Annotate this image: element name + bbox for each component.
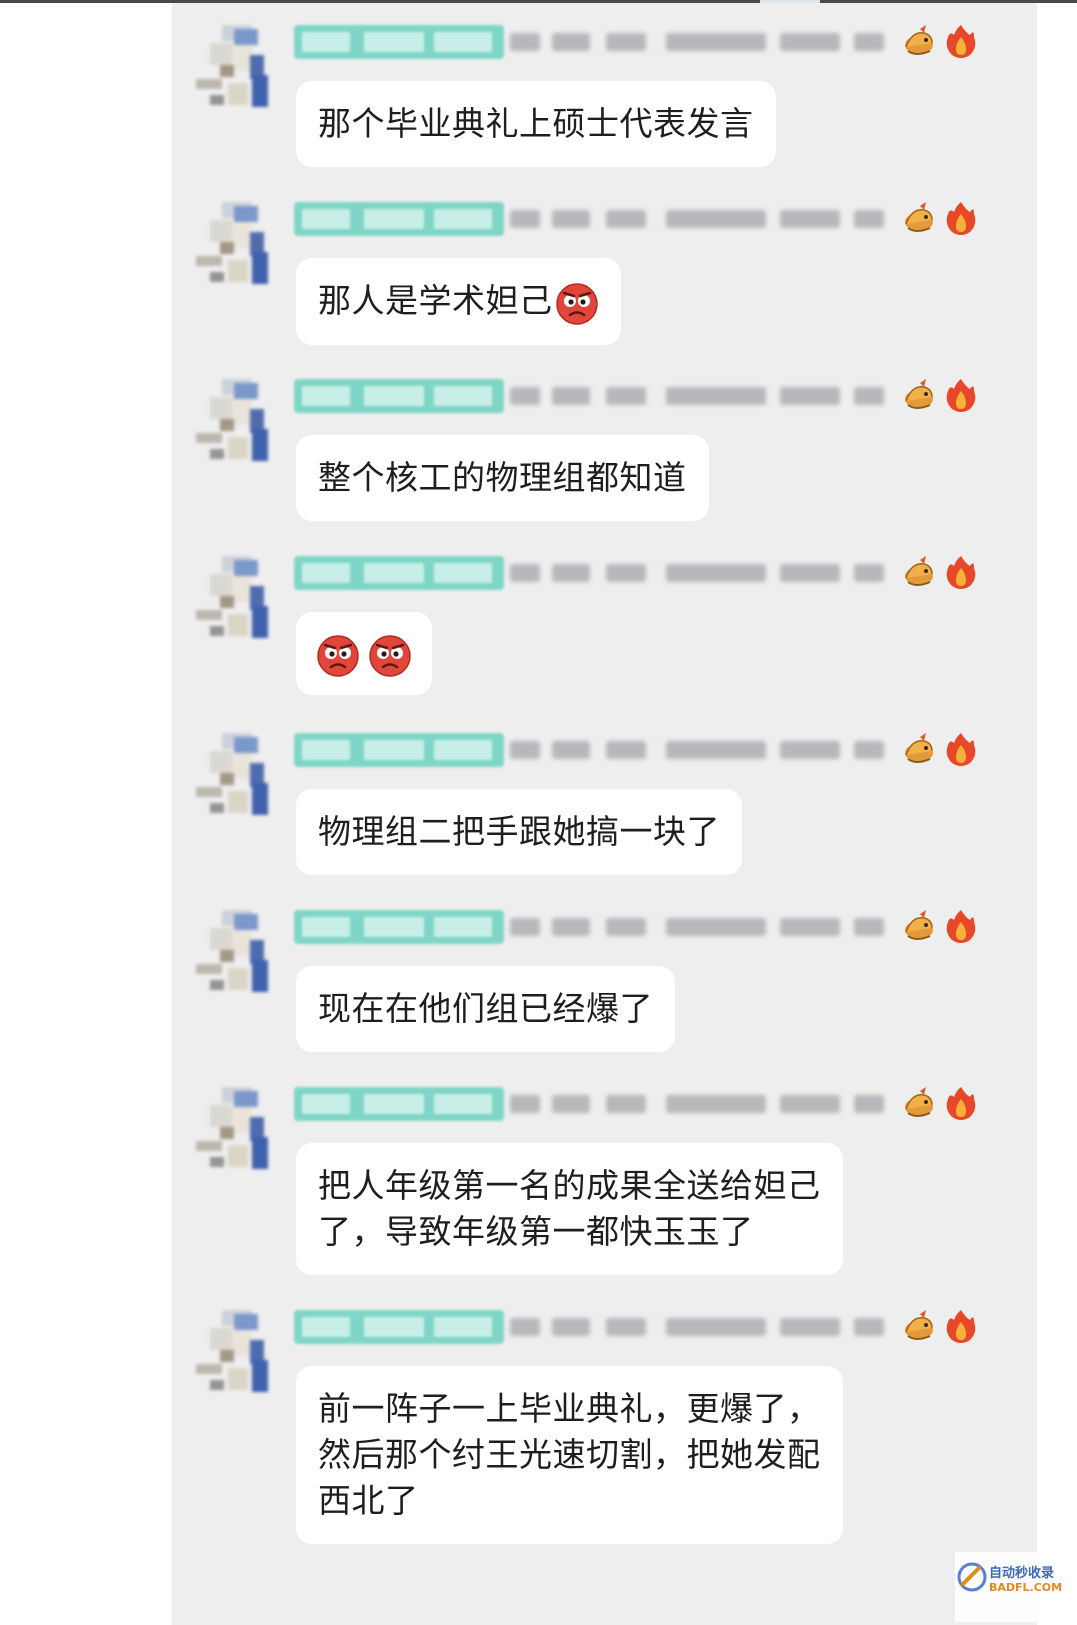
message-bubble[interactable]: 整个核工的物理组都知道 — [296, 435, 709, 521]
message-bubble[interactable]: 把人年级第一名的成果全送给妲己 了，导致年级第一都快玉玉了 — [296, 1143, 843, 1275]
sender-badges — [902, 908, 992, 948]
message-bubble[interactable]: 那个毕业典礼上硕士代表发言 — [296, 81, 776, 167]
avatar[interactable] — [192, 200, 280, 288]
message-text-line: 然后那个纣王光速切割，把她发配 — [318, 1435, 821, 1474]
message-text-line: 前一阵子一上毕业典礼，更爆了， — [318, 1389, 821, 1428]
member-title-tag — [294, 379, 504, 413]
sender-badges — [902, 1085, 992, 1125]
chat-message[interactable]: 整个核工的物理组都知道 — [172, 357, 1037, 527]
sender-name-blurred — [510, 912, 890, 942]
message-bubble[interactable]: 那人是学术妲己 — [296, 258, 621, 345]
message-text: 物理组二把手跟她搞一块了 — [318, 812, 720, 851]
message-text-line: 西北了 — [318, 1481, 419, 1520]
message-text: 现在在他们组已经爆了 — [318, 989, 653, 1028]
watermark: 自动秒收录 BADFL.COM — [955, 1552, 1075, 1622]
message-bubble[interactable] — [296, 612, 432, 695]
message-text-line: 了，导致年级第一都快玉玉了 — [318, 1212, 754, 1251]
watermark-title: 自动秒收录 — [989, 1566, 1055, 1581]
avatar[interactable] — [192, 731, 280, 819]
fire-icon — [944, 731, 978, 767]
fire-icon — [944, 377, 978, 413]
fire-icon — [944, 23, 978, 59]
watermark-logo-icon — [957, 1562, 987, 1592]
dragon-icon — [902, 908, 936, 944]
message-text: 那人是学术妲己 — [318, 281, 553, 320]
dragon-icon — [902, 200, 936, 236]
avatar[interactable] — [192, 1085, 280, 1173]
dragon-icon — [902, 377, 936, 413]
avatar[interactable] — [192, 554, 280, 642]
member-title-tag — [294, 910, 504, 944]
message-text: 整个核工的物理组都知道 — [318, 458, 687, 497]
chat-message[interactable]: 那个毕业典礼上硕士代表发言 — [172, 3, 1037, 173]
sender-badges — [902, 554, 992, 594]
chat-message[interactable]: 把人年级第一名的成果全送给妲己 了，导致年级第一都快玉玉了 — [172, 1065, 1037, 1275]
member-title-tag — [294, 556, 504, 590]
fire-icon — [944, 1085, 978, 1121]
chat-message[interactable] — [172, 534, 1037, 704]
message-bubble[interactable]: 前一阵子一上毕业典礼，更爆了， 然后那个纣王光速切割，把她发配 西北了 — [296, 1366, 843, 1544]
watermark-domain: BADFL.COM — [989, 1581, 1063, 1594]
member-title-tag — [294, 1087, 504, 1121]
member-title-tag — [294, 1310, 504, 1344]
sender-badges — [902, 1308, 992, 1348]
angry-face-emoji — [316, 633, 360, 677]
sender-name-blurred — [510, 558, 890, 588]
sender-name-blurred — [510, 1312, 890, 1342]
message-text-line: 把人年级第一名的成果全送给妲己 — [318, 1166, 821, 1205]
message-bubble[interactable]: 现在在他们组已经爆了 — [296, 966, 675, 1052]
sender-name-blurred — [510, 381, 890, 411]
member-title-tag — [294, 25, 504, 59]
message-bubble[interactable]: 物理组二把手跟她搞一块了 — [296, 789, 742, 875]
fire-icon — [944, 200, 978, 236]
sender-name-blurred — [510, 27, 890, 57]
sender-badges — [902, 731, 992, 771]
sender-badges — [902, 377, 992, 417]
dragon-icon — [902, 1308, 936, 1344]
chat-panel[interactable]: 那个毕业典礼上硕士代表发言 那人是学术妲己整个核工的物理组都知道 物理组二把手跟她搞… — [172, 3, 1037, 1625]
fire-icon — [944, 554, 978, 590]
sender-name-blurred — [510, 735, 890, 765]
avatar[interactable] — [192, 377, 280, 465]
member-title-tag — [294, 733, 504, 767]
fire-icon — [944, 908, 978, 944]
chat-message[interactable]: 现在在他们组已经爆了 — [172, 888, 1037, 1058]
message-text: 那个毕业典礼上硕士代表发言 — [318, 104, 754, 143]
dragon-icon — [902, 554, 936, 590]
avatar[interactable] — [192, 1308, 280, 1396]
angry-face-emoji — [555, 281, 599, 325]
avatar[interactable] — [192, 23, 280, 111]
member-title-tag — [294, 202, 504, 236]
chat-message[interactable]: 前一阵子一上毕业典礼，更爆了， 然后那个纣王光速切割，把她发配 西北了 — [172, 1288, 1037, 1544]
sender-badges — [902, 23, 992, 63]
sender-badges — [902, 200, 992, 240]
chat-message[interactable]: 物理组二把手跟她搞一块了 — [172, 711, 1037, 881]
avatar[interactable] — [192, 908, 280, 996]
sender-name-blurred — [510, 204, 890, 234]
chat-message[interactable]: 那人是学术妲己 — [172, 180, 1037, 350]
dragon-icon — [902, 731, 936, 767]
dragon-icon — [902, 23, 936, 59]
fire-icon — [944, 1308, 978, 1344]
angry-face-emoji — [368, 633, 412, 677]
sender-name-blurred — [510, 1089, 890, 1119]
dragon-icon — [902, 1085, 936, 1121]
